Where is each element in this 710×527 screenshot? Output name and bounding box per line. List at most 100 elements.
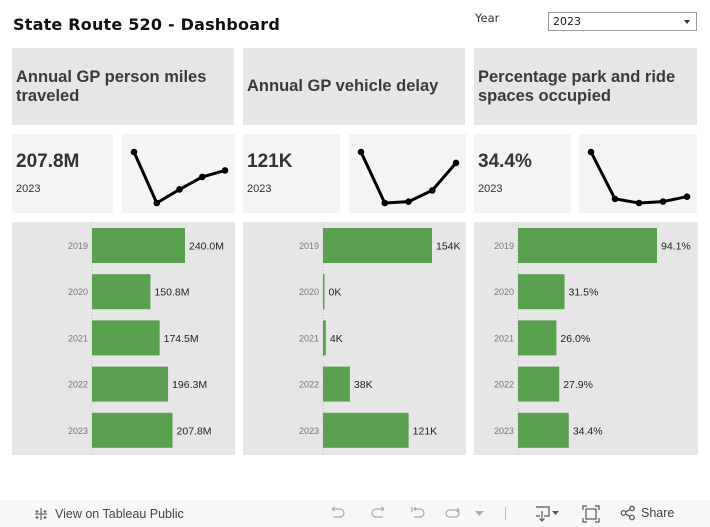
- kpi-vehicle-delay: 121K 2023: [243, 134, 340, 213]
- bar-2021[interactable]: [518, 320, 557, 356]
- bar-data-label: 196.3M: [172, 379, 207, 391]
- bar-chart-park-ride[interactable]: 2019 94.1% 2020 31.5% 2021 26.0% 2022 27.9% 2023…: [474, 222, 698, 455]
- y-tick-label: 2021: [494, 333, 514, 343]
- bar-chart-svg: 2019 154K 2020 0K 2021 4K 2022 38K 2023 121K: [299, 222, 461, 455]
- bar-2023[interactable]: [323, 412, 409, 448]
- bar-2020[interactable]: [323, 274, 325, 310]
- share-button[interactable]: Share: [620, 505, 674, 521]
- sparkline-point-2023[interactable]: [452, 159, 460, 167]
- kpi-year: 2023: [478, 183, 503, 195]
- sparkline-svg: [130, 148, 229, 207]
- sparkline-point-2021[interactable]: [635, 199, 643, 207]
- sparkline-point-2023[interactable]: [221, 167, 229, 174]
- sparkline-svg: [357, 148, 460, 207]
- kpi-park-ride: 34.4% 2023: [474, 134, 571, 213]
- tableau-toolbar: View on Tableau Public Share: [0, 500, 710, 527]
- sparkline-point-2020[interactable]: [381, 199, 389, 207]
- bar-data-label: 240.0M: [189, 241, 224, 253]
- bar-2020[interactable]: [92, 274, 151, 310]
- bar-chart-svg: 2019 94.1% 2020 31.5% 2021 26.0% 2022 27.9% 2023…: [494, 222, 691, 455]
- bar-2022[interactable]: [518, 366, 560, 402]
- sparkline-point-2019[interactable]: [130, 148, 138, 156]
- chevron-down-icon[interactable]: [475, 511, 484, 517]
- y-tick-label: 2021: [68, 333, 88, 343]
- revert-icon[interactable]: [409, 505, 427, 521]
- kpi-value: 121K: [247, 151, 293, 172]
- y-tick-label: 2020: [299, 287, 319, 297]
- refresh-icon[interactable]: [444, 505, 462, 521]
- sparkline-point-2019[interactable]: [357, 148, 365, 156]
- share-icon: [620, 505, 635, 521]
- sparkline-point-2021[interactable]: [405, 198, 412, 205]
- y-tick-label: 2019: [494, 241, 514, 251]
- bar-chart-svg: 2019 240.0M 2020 150.8M 2021 174.5M 2022 196.3M…: [68, 222, 224, 455]
- y-tick-label: 2022: [494, 380, 514, 390]
- sparkline-person-miles[interactable]: [122, 134, 235, 213]
- bar-2021[interactable]: [92, 320, 160, 356]
- sparkline-vehicle-delay[interactable]: [349, 134, 466, 213]
- kpi-person-miles: 207.8M 2023: [12, 134, 113, 213]
- bar-data-label: 94.1%: [661, 241, 691, 253]
- bar-data-label: 34.4%: [573, 425, 603, 437]
- sparkline-point-2022[interactable]: [659, 198, 667, 205]
- sparkline-point-2019[interactable]: [587, 148, 595, 156]
- panel-heading-person-miles: Annual GP person miles traveled: [12, 48, 234, 125]
- bar-data-label: 26.0%: [560, 333, 590, 345]
- bar-2022[interactable]: [323, 366, 350, 402]
- year-filter-value: 2023: [553, 15, 581, 28]
- y-tick-label: 2022: [68, 380, 88, 390]
- bar-2019[interactable]: [518, 228, 657, 263]
- tableau-logo-icon: [35, 508, 47, 520]
- bar-data-label: 207.8M: [177, 425, 212, 437]
- year-filter-dropdown[interactable]: 2023: [548, 12, 697, 31]
- bar-2023[interactable]: [92, 412, 173, 448]
- sparkline-line: [132, 151, 226, 205]
- bar-chart-person-miles[interactable]: 2019 240.0M 2020 150.8M 2021 174.5M 2022 196.3M…: [12, 222, 235, 455]
- kpi-value: 34.4%: [478, 151, 532, 172]
- y-tick-label: 2021: [299, 333, 319, 343]
- sparkline-park-ride[interactable]: [579, 134, 697, 213]
- bar-2019[interactable]: [92, 228, 185, 263]
- bar-2022[interactable]: [92, 366, 169, 402]
- y-tick-label: 2023: [299, 426, 319, 436]
- sparkline-point-2022[interactable]: [428, 187, 436, 194]
- redo-icon[interactable]: [369, 505, 387, 521]
- y-tick-label: 2023: [68, 426, 88, 436]
- toolbar-divider: [505, 507, 506, 520]
- year-filter-label: Year: [475, 11, 500, 25]
- bar-chart-vehicle-delay[interactable]: 2019 154K 2020 0K 2021 4K 2022 38K 2023 121K: [243, 222, 466, 455]
- panel-heading-text: Percentage park and ride spaces occupied: [478, 67, 676, 105]
- bar-2020[interactable]: [518, 274, 565, 310]
- bar-data-label: 27.9%: [563, 379, 593, 391]
- dashboard-title: State Route 520 - Dashboard: [13, 15, 280, 34]
- bar-2019[interactable]: [323, 228, 432, 263]
- sparkline-point-2020[interactable]: [611, 195, 619, 203]
- sparkline-line: [589, 151, 688, 205]
- download-icon[interactable]: [532, 505, 560, 523]
- sparkline-point-2021[interactable]: [176, 186, 183, 193]
- y-tick-label: 2022: [299, 380, 319, 390]
- view-on-tableau-public-link[interactable]: View on Tableau Public: [33, 506, 184, 522]
- y-tick-label: 2023: [494, 426, 514, 436]
- fullscreen-icon[interactable]: [582, 505, 600, 523]
- panel-heading-text: Annual GP vehicle delay: [247, 77, 439, 95]
- undo-icon[interactable]: [329, 505, 347, 521]
- bar-2023[interactable]: [518, 412, 569, 448]
- kpi-value: 207.8M: [16, 151, 80, 172]
- panel-heading-park-ride: Percentage park and ride spaces occupied: [474, 48, 697, 125]
- bar-2021[interactable]: [323, 320, 326, 356]
- sparkline-point-2020[interactable]: [153, 199, 161, 207]
- sparkline-point-2023[interactable]: [683, 193, 691, 201]
- y-tick-label: 2019: [68, 241, 88, 251]
- sparkline-line: [359, 151, 458, 205]
- kpi-year: 2023: [16, 183, 41, 195]
- sparkline-point-2022[interactable]: [198, 173, 206, 181]
- bar-data-label: 4K: [330, 333, 343, 345]
- bar-data-label: 38K: [354, 379, 373, 391]
- bar-data-label: 150.8M: [154, 287, 189, 299]
- kpi-year: 2023: [247, 183, 272, 195]
- bar-data-label: 121K: [413, 425, 438, 437]
- chevron-down-icon: [684, 20, 690, 24]
- y-tick-label: 2020: [68, 287, 88, 297]
- view-on-tableau-public-label: View on Tableau Public: [55, 507, 184, 521]
